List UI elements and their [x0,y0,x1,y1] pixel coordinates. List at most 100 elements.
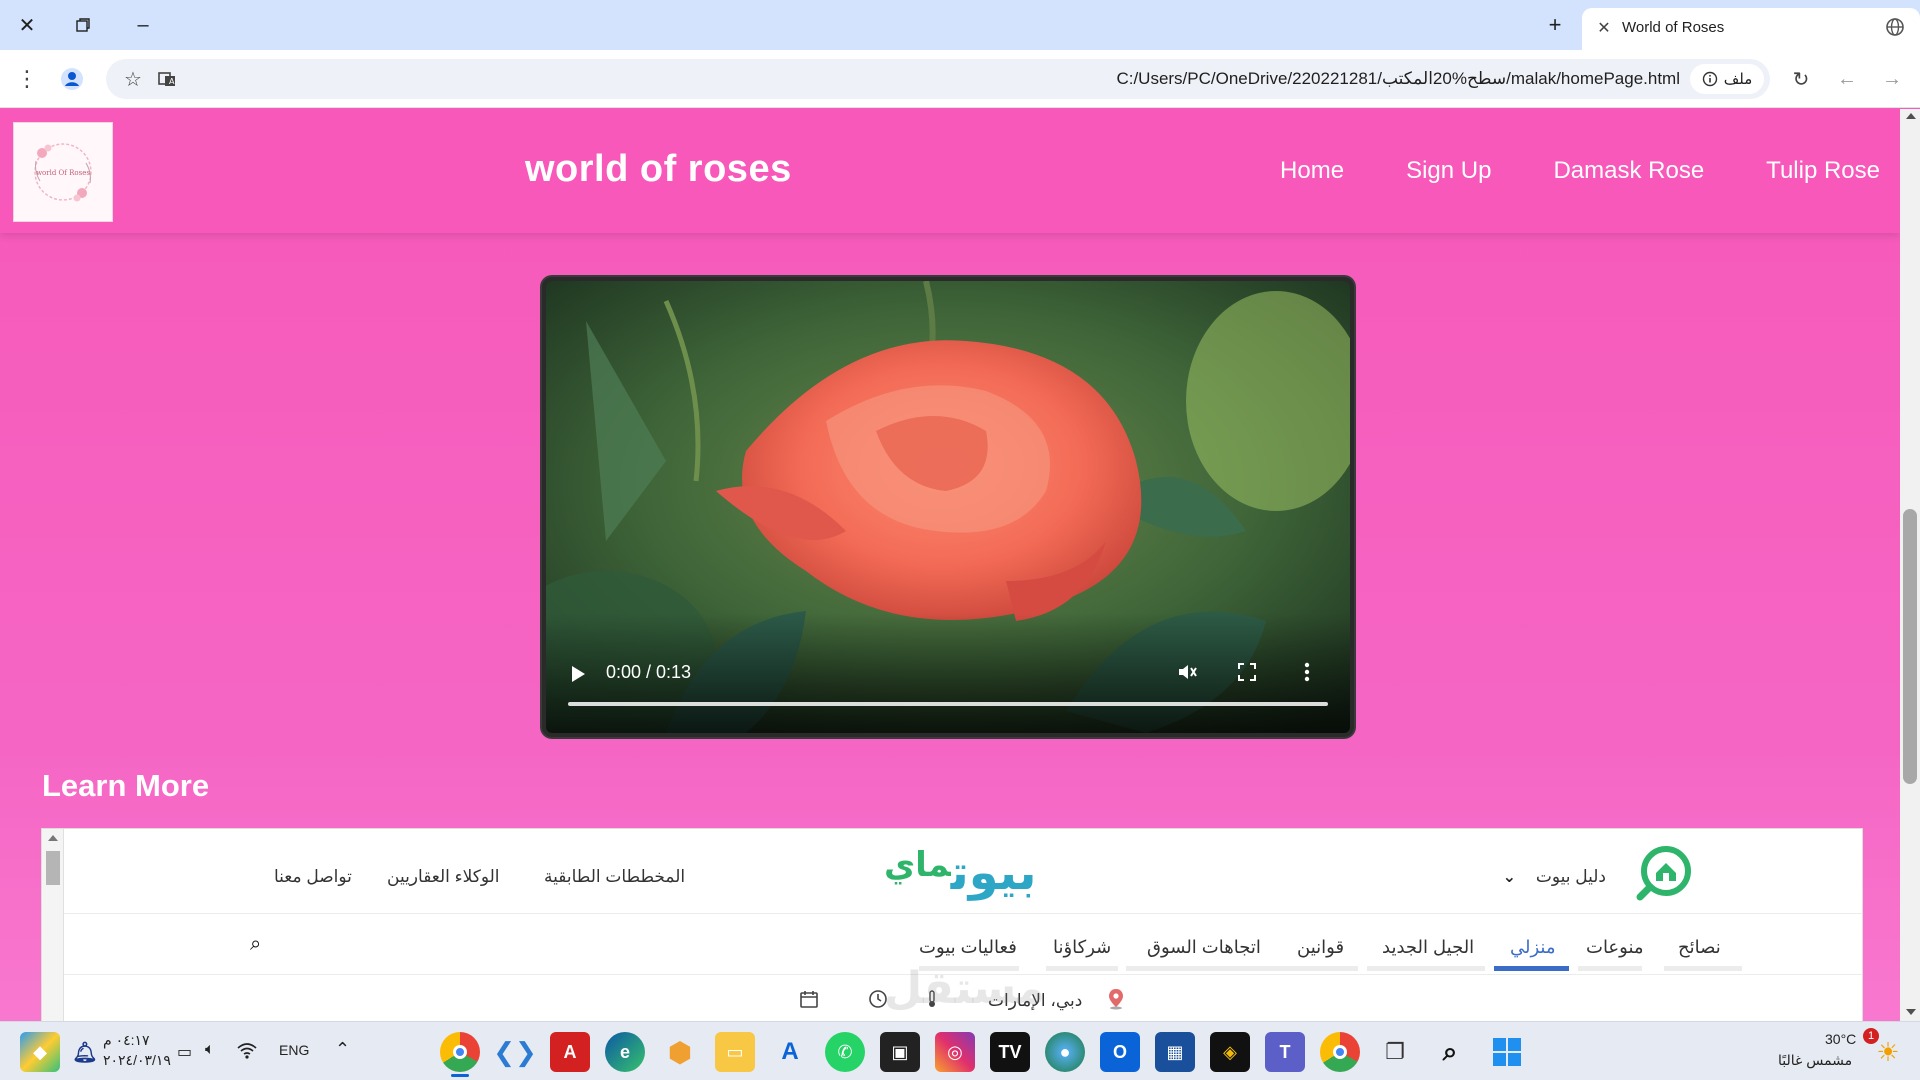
embed-menu-my-home[interactable]: منزلي [1510,937,1556,958]
url-text[interactable]: C:/Users/PC/OneDrive/220221281/سطح%20الم… [1116,69,1680,89]
task-view-icon[interactable]: ❐ [1375,1032,1415,1072]
location-pin-icon [1109,989,1123,1010]
search-taskbar-icon[interactable]: ⌕ [1430,1032,1470,1072]
browser-tab-bar: ✕ – + ✕ World of Roses [0,0,1920,50]
restore-window-icon[interactable] [66,10,100,40]
forward-arrow-icon[interactable]: → [1879,66,1905,92]
bookmark-star-icon[interactable]: ☆ [120,66,146,92]
mute-icon[interactable] [1172,657,1202,687]
earth-icon[interactable]: ● [1045,1032,1085,1072]
whatsapp-icon[interactable]: ✆ [825,1032,865,1072]
calendar-icon[interactable] [799,989,819,1009]
video-more-options-icon[interactable] [1292,657,1322,687]
wifi-icon[interactable] [236,1042,258,1060]
bayut-house-icon[interactable] [1634,843,1694,903]
clock-time[interactable]: ٠٤:١٧ م [103,1032,150,1049]
watermark: مستقل [884,964,1045,1013]
embed-link-agents[interactable]: الوكلاء العقاريين [387,867,500,887]
search-icon[interactable]: ⌕ [250,933,261,956]
teams-icon[interactable]: T [1265,1032,1305,1072]
embed-scroll-up-icon[interactable] [48,835,58,841]
capcut-icon[interactable]: TV [990,1032,1030,1072]
rose-video-player[interactable]: 0:00 / 0:13 [542,277,1354,737]
embed-menu-laws[interactable]: قوانين [1297,937,1344,958]
site-info-chip[interactable]: ملف [1690,64,1764,94]
page-scrollbar[interactable] [1900,109,1920,1021]
file-explorer-icon[interactable]: ▭ [715,1032,755,1072]
jetbrains-icon[interactable]: ▣ [880,1032,920,1072]
embed-menu-partners[interactable]: شركاؤنا [1053,937,1111,958]
omnibox[interactable]: ☆ A C:/Users/PC/OneDrive/220221281/سطح%2… [106,59,1770,99]
tab-title: World of Roses [1622,19,1725,36]
video-time: 0:00 / 0:13 [606,662,692,682]
vscode-icon[interactable]: ❮❯ [493,1032,537,1072]
tab-close-icon[interactable]: ✕ [1594,18,1614,38]
reload-icon[interactable]: ↻ [1788,66,1814,92]
volume-icon[interactable]: 🔈︎ [205,1041,215,1059]
embed-scroll-thumb[interactable] [46,851,60,885]
site-info-label: ملف [1723,71,1753,88]
info-icon [1702,71,1717,87]
embed-menu-new-gen-bar [1367,966,1485,971]
chrome-second-icon[interactable] [1320,1032,1360,1072]
chrome-active-indicator [451,1074,469,1077]
clock-date[interactable]: ٢٠٢٤/٠٣/١٩ [103,1052,171,1069]
back-arrow-icon[interactable]: ← [1834,66,1860,92]
more-menu-icon[interactable]: ⋮ [14,66,40,92]
video-progress-bar[interactable] [568,702,1328,706]
new-tab-icon[interactable]: + [1538,10,1572,40]
scroll-down-icon[interactable] [1906,1009,1916,1015]
outlook-icon[interactable]: O [1100,1032,1140,1072]
minimize-window-icon[interactable]: – [126,10,160,40]
notification-bell-icon[interactable]: 🔔︎ [65,1032,105,1072]
learn-more-heading: Learn More [42,768,210,803]
tray-chevron-up-icon[interactable]: ⌃ [335,1039,350,1060]
binance-icon[interactable]: ◈ [1210,1032,1250,1072]
embed-menu-laws-bar [1282,966,1358,971]
embed-link-contact[interactable]: تواصل معنا [274,867,352,887]
weather-temp[interactable]: 30°C [1825,1031,1856,1047]
edge-icon[interactable]: e [605,1032,645,1072]
chevron-down-icon[interactable]: ⌄ [1503,867,1516,887]
scroll-thumb[interactable] [1903,509,1917,784]
fullscreen-icon[interactable] [1232,657,1262,687]
site-logo[interactable]: world Of Roses [13,122,113,222]
chrome-taskbar-icon[interactable] [440,1032,480,1072]
store-bag-icon[interactable]: ▦ [1155,1032,1195,1072]
language-indicator[interactable]: ENG [279,1042,309,1058]
instagram-icon[interactable]: ◎ [935,1032,975,1072]
embed-menu-partners-bar [1046,966,1118,971]
play-icon[interactable] [572,666,585,682]
profile-icon[interactable] [59,66,85,92]
embed-top-bar: تواصل معنا الوكلاء العقاريين المخططات ال… [64,829,1862,914]
embed-menu-misc[interactable]: منوعات [1586,937,1644,958]
embed-brand-logo[interactable]: بيوتماي [884,845,1036,901]
embed-menu-tips-bar [1664,966,1742,971]
acrobat-icon[interactable]: A [550,1032,590,1072]
copilot-icon[interactable]: ◆ [20,1032,60,1072]
embed-menu-market-trends-bar [1126,966,1294,971]
scroll-up-icon[interactable] [1906,113,1916,119]
nav-home[interactable]: Home [1280,157,1344,185]
embedded-bayut-frame[interactable]: تواصل معنا الوكلاء العقاريين المخططات ال… [41,828,1863,1021]
close-window-icon[interactable]: ✕ [10,10,44,40]
embed-scrollbar[interactable] [42,829,64,1021]
nav-sign-up[interactable]: Sign Up [1406,157,1491,185]
svg-text:A: A [169,77,175,86]
embed-menu-market-trends[interactable]: اتجاهات السوق [1147,937,1261,958]
battery-icon[interactable]: ▭ [177,1042,192,1062]
nav-damask-rose[interactable]: Damask Rose [1553,157,1704,185]
tab-world-of-roses[interactable]: ✕ World of Roses [1582,8,1920,50]
app-hexagon-icon[interactable]: ⬢ [660,1032,700,1072]
embed-menu-new-gen[interactable]: الجيل الجديد [1382,937,1474,958]
app-store-icon[interactable]: A [770,1032,810,1072]
embed-menu-tips[interactable]: نصائح [1678,937,1721,958]
translate-icon[interactable]: A [154,66,180,92]
site-title: world of roses [525,148,792,190]
embed-menu-events[interactable]: فعاليات بيوت [919,937,1017,958]
embed-link-floorplans[interactable]: المخططات الطابقية [544,867,685,887]
weather-desc[interactable]: مشمس غالبًا [1778,1052,1852,1069]
embed-guide-label[interactable]: دليل بيوت [1536,867,1606,887]
nav-tulip-rose[interactable]: Tulip Rose [1766,157,1880,185]
windows-start-icon[interactable] [1487,1032,1527,1072]
